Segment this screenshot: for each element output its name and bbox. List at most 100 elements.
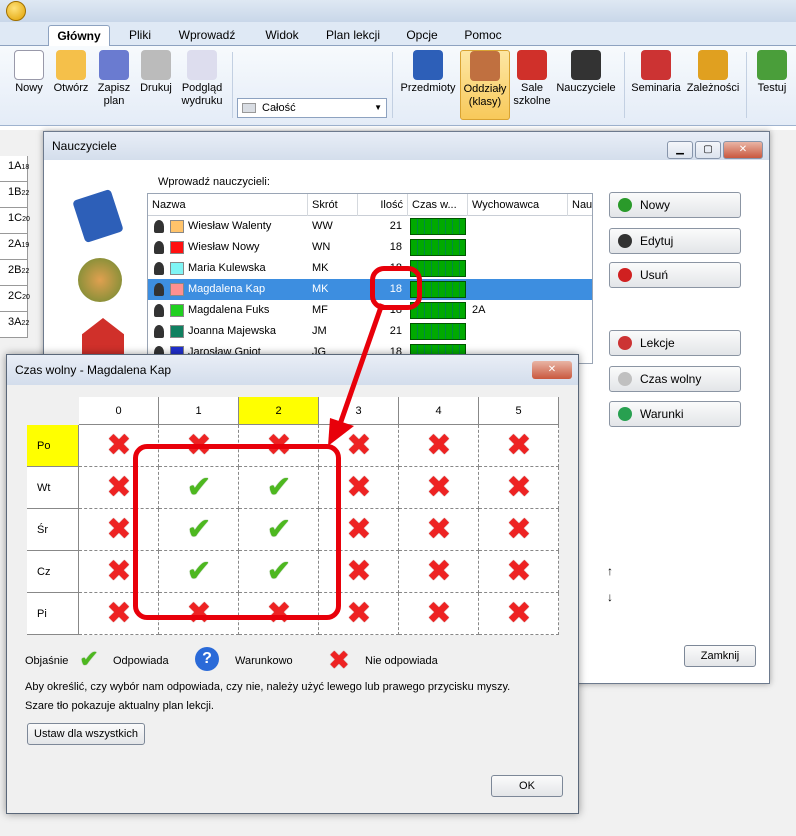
close-icon[interactable]: ✕: [723, 141, 763, 159]
period-header[interactable]: 4: [399, 397, 479, 425]
row-header: 2C20: [0, 286, 30, 312]
teacher-icon: [618, 234, 632, 248]
tab-widok[interactable]: Widok: [254, 25, 310, 46]
save-plan-button[interactable]: Zapisz plan: [94, 50, 134, 108]
period-header[interactable]: 5: [479, 397, 559, 425]
maximize-icon[interactable]: ▢: [695, 141, 721, 159]
table-row[interactable]: Wiesław Walenty WW 21: [148, 216, 592, 237]
print-preview-button[interactable]: Podgląd wydruku: [178, 50, 226, 108]
graduate-icon: [571, 50, 601, 80]
close-icon[interactable]: ✕: [532, 361, 572, 379]
magnifier-icon: [187, 50, 217, 80]
cross-icon: ✖: [506, 555, 532, 588]
cross-icon: ✖: [328, 645, 350, 675]
ribbon: Nowy Otwórz Zapisz plan Drukuj Podgląd w…: [0, 46, 796, 126]
question-icon: ?: [195, 647, 219, 671]
tab-plan-lekcji[interactable]: Plan lekcji: [318, 25, 388, 46]
scope-select[interactable]: Całość ▼: [237, 98, 387, 118]
day-header[interactable]: Po: [27, 425, 79, 467]
free-time-bar: [410, 218, 466, 235]
classes-button[interactable]: Oddziały (klasy): [460, 50, 510, 120]
table-row[interactable]: Wiesław Nowy WN 18: [148, 237, 592, 258]
tab-opcje[interactable]: Opcje: [398, 25, 446, 46]
tab-pomoc[interactable]: Pomoc: [456, 25, 510, 46]
open-label: Otwórz: [53, 82, 89, 94]
move-down-icon[interactable]: ↓: [607, 590, 613, 604]
col-free-time[interactable]: Czas w...: [408, 194, 468, 216]
day-header[interactable]: Wt: [27, 467, 79, 509]
new-teacher-button[interactable]: Nowy: [609, 192, 741, 218]
ribbon-separator: [232, 52, 233, 118]
cross-icon: ✖: [506, 429, 532, 462]
ok-button[interactable]: OK: [491, 775, 563, 797]
day-header[interactable]: Śr: [27, 509, 79, 551]
period-header[interactable]: 0: [79, 397, 159, 425]
ribbon-tabs: Główny Pliki Wprowadź Widok Plan lekcji …: [0, 22, 796, 46]
set-all-button[interactable]: Ustaw dla wszystkich: [27, 723, 145, 745]
new-button[interactable]: Nowy: [10, 50, 48, 95]
free-time-bar: [410, 323, 466, 340]
print-preview-label: Podgląd wydruku: [181, 82, 223, 107]
cross-icon: ✖: [106, 513, 132, 546]
clock-icon: [618, 372, 632, 386]
cross-icon: ✖: [506, 597, 532, 630]
close-button[interactable]: Zamknij: [684, 645, 756, 667]
edit-teacher-button[interactable]: Edytuj: [609, 228, 741, 254]
cell-name: Wiesław Nowy: [188, 241, 260, 253]
conditions-button[interactable]: Warunki: [609, 401, 741, 427]
print-label: Drukuj: [140, 82, 172, 94]
day-header[interactable]: Cz: [27, 551, 79, 593]
day-header[interactable]: Pi: [27, 593, 79, 635]
cross-icon: ✖: [506, 471, 532, 504]
button-label: Nowy: [640, 198, 671, 212]
seminars-button[interactable]: Seminaria: [630, 50, 682, 95]
conditions-icon: [618, 407, 632, 421]
minimize-icon[interactable]: ▁: [667, 141, 693, 159]
teachers-prompt: Wprowadź nauczycieli:: [158, 176, 270, 188]
move-up-icon[interactable]: ↑: [607, 564, 613, 578]
students-icon: [78, 258, 122, 302]
dialog-title-text: Czas wolny - Magdalena Kap: [15, 363, 172, 377]
free-time-button[interactable]: Czas wolny: [609, 366, 741, 392]
folder-icon: [56, 50, 86, 80]
button-label: Czas wolny: [640, 372, 702, 386]
cross-icon: ✖: [506, 513, 532, 546]
lessons-button[interactable]: Lekcje: [609, 330, 741, 356]
legend-no: Nie odpowiada: [365, 655, 438, 667]
open-button[interactable]: Otwórz: [50, 50, 92, 95]
table-icon: [242, 103, 256, 113]
dependencies-button[interactable]: Zależności: [684, 50, 742, 95]
cell-tutor: 2A: [472, 304, 486, 316]
annotation-arrow: [328, 303, 385, 446]
teacher-icon: [154, 325, 164, 338]
period-header[interactable]: 1: [159, 397, 239, 425]
test-label: Testuj: [757, 82, 787, 94]
col-more[interactable]: Nau: [568, 194, 594, 216]
app-orb-icon[interactable]: [6, 1, 26, 21]
tab-glowny[interactable]: Główny: [48, 25, 110, 46]
cross-icon: ✖: [426, 597, 452, 630]
rooms-button[interactable]: Sale szkolne: [512, 50, 552, 108]
period-header[interactable]: 2: [239, 397, 319, 425]
cross-icon: ✖: [106, 471, 132, 504]
col-abbr[interactable]: Skrót: [308, 194, 358, 216]
col-name[interactable]: Nazwa: [148, 194, 308, 216]
book-icon: [72, 188, 124, 244]
row-header-label: 3A: [8, 316, 22, 328]
arrow-shaft: [335, 303, 385, 431]
tab-pliki[interactable]: Pliki: [118, 25, 162, 46]
cell-abbr: MK: [312, 283, 329, 295]
book-icon: [413, 50, 443, 80]
row-header-count: 22: [21, 190, 30, 197]
col-count[interactable]: Ilość: [358, 194, 408, 216]
teachers-button[interactable]: Nauczyciele: [554, 50, 618, 95]
delete-teacher-button[interactable]: Usuń: [609, 262, 741, 288]
col-tutor[interactable]: Wychowawca: [468, 194, 568, 216]
row-header-count: 18: [21, 164, 30, 171]
test-button[interactable]: Testuj: [752, 50, 792, 95]
row-header-label: 1B: [8, 186, 22, 198]
chevron-down-icon: ▼: [374, 103, 382, 112]
print-button[interactable]: Drukuj: [136, 50, 176, 95]
tab-wprowadz[interactable]: Wprowadź: [170, 25, 244, 46]
subjects-button[interactable]: Przedmioty: [398, 50, 458, 95]
